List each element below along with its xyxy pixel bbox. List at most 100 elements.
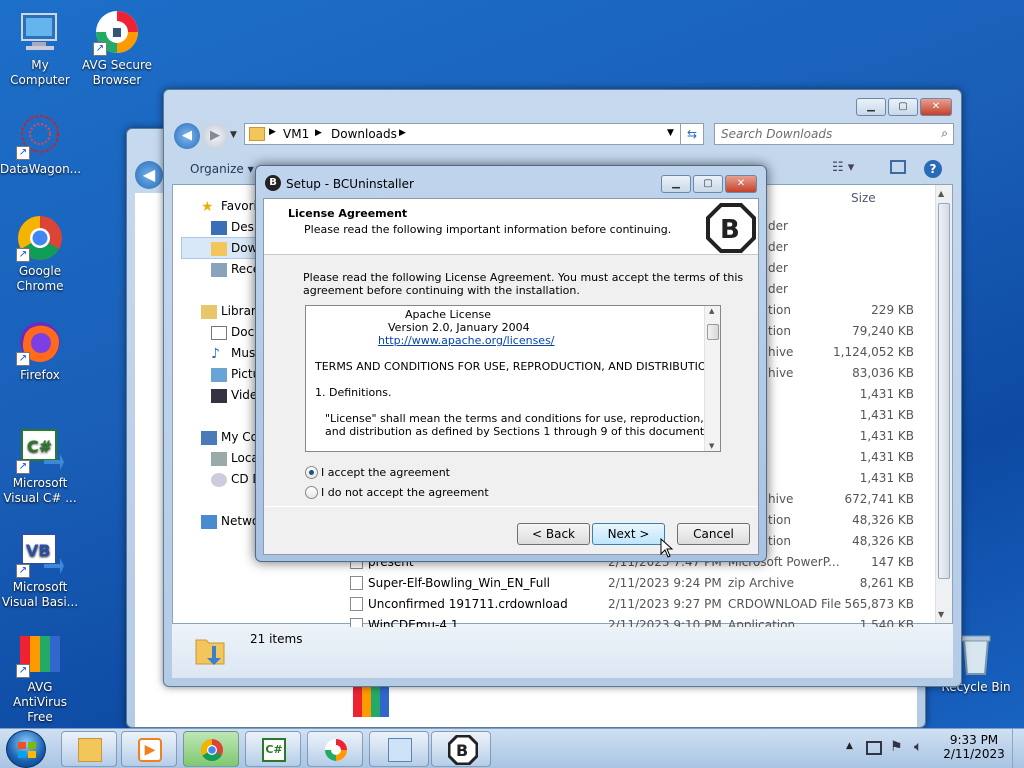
license-scrollbar-thumb[interactable]: [707, 324, 719, 340]
license-link[interactable]: http://www.apache.org/licenses/: [378, 334, 555, 347]
file-row[interactable]: tion 48,326 KB: [768, 510, 918, 530]
file-row[interactable]: hive 83,036 KB: [768, 363, 918, 383]
desktop-icon-my-computer[interactable]: My Computer: [0, 8, 80, 88]
file-size: 1,540 KB: [859, 618, 914, 627]
minimize-button[interactable]: ▁: [856, 98, 886, 116]
desktop-icon-google-chrome[interactable]: ↗ Google Chrome: [0, 214, 80, 294]
taskbar-explorer[interactable]: [61, 731, 117, 767]
show-desktop-button[interactable]: [1012, 729, 1024, 768]
accept-radio[interactable]: [305, 466, 318, 479]
file-row[interactable]: Unconfirmed 191711.crdownload 2/11/2023 9…: [346, 594, 916, 614]
file-row[interactable]: 1,431 KB: [768, 384, 918, 404]
file-row[interactable]: WinCDEmu-4.1 2/11/2023 9:10 PM Application…: [346, 615, 916, 627]
taskbar-chrome[interactable]: [183, 731, 239, 767]
license-scrollbar[interactable]: ▲ ▼: [704, 306, 720, 451]
desktop-icon-label: DataWagon...: [0, 162, 82, 176]
refresh-button[interactable]: ⇆: [680, 123, 704, 145]
file-row[interactable]: der: [768, 237, 918, 257]
show-hidden-icons[interactable]: ▲: [846, 741, 853, 751]
dialog-divider: [264, 506, 758, 507]
taskbar-media-player[interactable]: ▶: [121, 731, 177, 767]
clock[interactable]: 9:33 PM 2/11/2023: [940, 733, 1008, 761]
file-size: 1,431 KB: [859, 408, 914, 422]
file-name: Unconfirmed 191711.crdownload: [368, 597, 568, 611]
preview-pane-icon[interactable]: [890, 160, 906, 174]
file-row[interactable]: tion 48,326 KB: [768, 531, 918, 551]
star-icon: ★: [201, 199, 214, 215]
file-row[interactable]: 1,431 KB: [768, 426, 918, 446]
volume-icon[interactable]: 🔈︎: [914, 739, 922, 755]
file-row[interactable]: der: [768, 258, 918, 278]
network-icon: [201, 515, 217, 529]
file-row[interactable]: tion 79,240 KB: [768, 321, 918, 341]
taskbar-visual-csharp[interactable]: C#: [245, 731, 301, 767]
desktop-icon-avg-antivirus[interactable]: ↗ AVG AntiVirus Free: [0, 630, 80, 725]
taskbar-avg-browser[interactable]: [307, 731, 363, 767]
action-center-icon[interactable]: ⚑: [890, 739, 903, 755]
breadcrumb-downloads[interactable]: Downloads: [331, 127, 397, 141]
file-row[interactable]: hive 672,741 KB: [768, 489, 918, 509]
back-button[interactable]: ◀: [135, 161, 163, 189]
desktop-icon-datawagon[interactable]: ↗ DataWagon...: [0, 112, 82, 177]
file-date: 2/11/2023 9:24 PM: [608, 576, 722, 590]
file-row[interactable]: 1,431 KB: [768, 405, 918, 425]
close-button[interactable]: ✕: [920, 98, 952, 116]
dialog-close-button[interactable]: ✕: [725, 175, 757, 193]
dialog-minimize-button[interactable]: ▁: [661, 175, 691, 193]
documents-icon: [211, 326, 227, 340]
decline-radio[interactable]: [305, 486, 318, 499]
clock-time: 9:33 PM: [949, 733, 999, 747]
dialog-maximize-button[interactable]: ▢: [693, 175, 723, 193]
history-dropdown-icon[interactable]: ▼: [230, 130, 237, 140]
file-type: tion: [768, 513, 791, 527]
recent-places-icon: [211, 263, 227, 277]
file-list-scrollbar[interactable]: ▲ ▼: [935, 185, 952, 623]
license-title: Apache License: [405, 308, 492, 321]
network-tray-icon[interactable]: [866, 741, 882, 755]
forward-button[interactable]: ▶: [202, 123, 228, 149]
file-row[interactable]: hive 1,124,052 KB: [768, 342, 918, 362]
taskbar-bcuninstaller[interactable]: B: [431, 731, 491, 767]
file-name: WinCDEmu-4.1: [368, 618, 459, 627]
license-text-box[interactable]: Apache License Version 2.0, January 2004…: [305, 305, 721, 452]
scrollbar-thumb[interactable]: [938, 203, 950, 579]
desktop-icon-avg-secure-browser[interactable]: ↗ AVG Secure Browser: [77, 8, 157, 88]
visual-csharp-icon: C#: [262, 738, 286, 762]
search-input[interactable]: Search Downloads ⌕: [714, 123, 954, 145]
file-row[interactable]: der: [768, 279, 918, 299]
file-date: 2/11/2023 9:10 PM: [608, 618, 722, 627]
column-header-size[interactable]: Size: [851, 191, 876, 205]
start-button[interactable]: [6, 730, 46, 768]
desktop-icon-visual-basic[interactable]: VB ↗ Microsoft Visual Basi...: [0, 530, 80, 610]
file-type: der: [768, 261, 788, 275]
back-button[interactable]: < Back: [517, 523, 590, 545]
license-version: Version 2.0, January 2004: [388, 321, 530, 334]
file-date: 2/11/2023 9:27 PM: [608, 597, 722, 611]
desktop-icon-firefox[interactable]: ↗ Firefox: [0, 318, 80, 383]
breadcrumb-vm1[interactable]: VM1: [283, 127, 309, 141]
maximize-button[interactable]: ▢: [888, 98, 918, 116]
file-row[interactable]: Super-Elf-Bowling_Win_EN_Full 2/11/2023 9…: [346, 573, 916, 593]
accept-label[interactable]: I accept the agreement: [321, 466, 450, 479]
back-button[interactable]: ◀: [174, 123, 200, 149]
computer-icon: [16, 8, 64, 56]
next-button[interactable]: Next >: [592, 523, 665, 545]
local-disk-icon: [211, 452, 227, 466]
file-row[interactable]: tion 229 KB: [768, 300, 918, 320]
organize-menu[interactable]: Organize ▾: [190, 162, 254, 176]
help-icon[interactable]: ?: [924, 160, 942, 178]
address-bar[interactable]: ▶ VM1 ▶ Downloads ▶ ▼: [244, 123, 684, 145]
visual-csharp-icon: C# ↗: [16, 426, 64, 474]
taskbar-control-panel[interactable]: [369, 731, 429, 767]
file-row[interactable]: 1,431 KB: [768, 447, 918, 467]
folder-icon: [249, 127, 265, 141]
firefox-icon: ↗: [16, 318, 64, 366]
file-row[interactable]: der: [768, 216, 918, 236]
view-options-icon[interactable]: ☷ ▾: [832, 160, 854, 175]
chevron-down-icon[interactable]: ▼: [667, 128, 674, 138]
cancel-button[interactable]: Cancel: [677, 523, 750, 545]
decline-label[interactable]: I do not accept the agreement: [321, 486, 489, 499]
file-row[interactable]: 1,431 KB: [768, 468, 918, 488]
music-icon: ♪: [211, 346, 220, 362]
desktop-icon-visual-csharp[interactable]: C# ↗ Microsoft Visual C# ...: [0, 426, 80, 506]
